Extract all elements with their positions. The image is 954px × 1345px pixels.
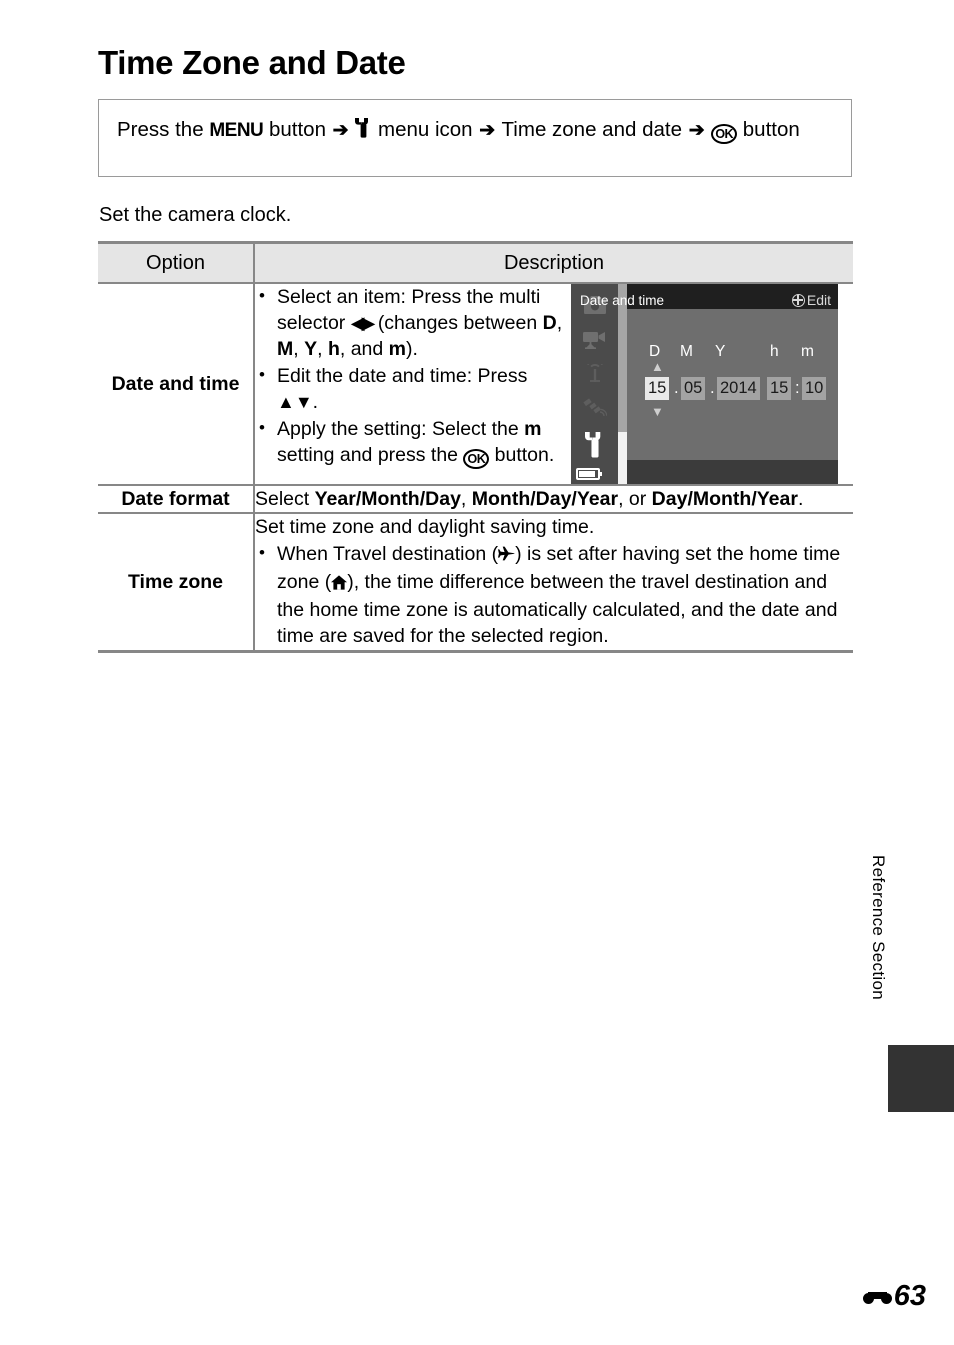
table-row-time-zone: Time zone Set time zone and daylight sav… <box>98 513 853 653</box>
key-m: M <box>277 338 294 360</box>
setup-wrench-icon <box>571 432 618 463</box>
table-row-date-format: Date format Select Year/Month/Day, Month… <box>98 485 853 514</box>
reference-section-symbol-icon <box>862 1288 892 1306</box>
menu-button-label: MENU <box>209 120 264 141</box>
page-number-value: 63 <box>893 1280 926 1312</box>
date-time-values: 15 . 05 . 2014 15 : 10 <box>643 377 833 403</box>
edit-hint: Edit <box>791 287 831 313</box>
menu-path-box: Press the MENU button ➔ menu icon ➔ Time… <box>98 99 852 177</box>
date-format-sep-2: , or <box>618 488 647 510</box>
bullet-apply-setting: Apply the setting: Select the m setting … <box>255 415 565 469</box>
date-format-option-3: Day/Month/Year <box>651 488 798 510</box>
bullet-text-3c: button. <box>494 444 555 466</box>
description-text-column: Select an item: Press the multi selector… <box>255 283 565 470</box>
key-min: m <box>388 338 407 360</box>
description-date-format: Select Year/Month/Day, Month/Day/Year, o… <box>254 485 853 514</box>
time-separator: : <box>795 379 800 397</box>
menu-icon-label: menu icon <box>378 118 473 141</box>
key-h: h <box>327 338 340 360</box>
value-year[interactable]: 2014 <box>717 377 760 400</box>
bullet-text-1c: ). <box>406 338 418 360</box>
decrement-arrow-icon[interactable]: ▼ <box>651 405 664 418</box>
value-month[interactable]: 05 <box>681 377 706 400</box>
gps-icon <box>571 398 618 423</box>
bullet-edit-date: Edit the date and time: Press ▲▼. <box>255 362 565 415</box>
key-minute-bold: m <box>524 418 542 440</box>
multi-selector-up-down-icon: ▲▼ <box>277 392 313 412</box>
date-format-lead: Select <box>255 488 310 510</box>
option-label-date-format: Date format <box>98 485 255 514</box>
key-d: D <box>542 312 557 334</box>
bullet-text-3a: Apply the setting: Select the <box>277 418 519 440</box>
arrow-right-icon-3: ➔ <box>688 120 705 141</box>
movie-icon <box>571 330 618 354</box>
intro-text: Set the camera clock. <box>99 204 292 226</box>
document-page: Time Zone and Date Press the MENU button… <box>0 0 954 1345</box>
column-header-option: Option <box>98 241 255 284</box>
date-format-option-2: Month/Day/Year <box>471 488 619 510</box>
increment-arrow-icon[interactable]: ▲ <box>651 360 664 373</box>
section-label-vertical: Reference Section <box>869 855 888 1000</box>
date-format-option-1: Year/Month/Day <box>314 488 461 510</box>
arrow-right-icon-2: ➔ <box>479 120 496 141</box>
multi-selector-left-right-icon: ◀▶ <box>350 313 376 333</box>
path-prefix: Press the <box>117 118 204 141</box>
option-label-time-zone: Time zone <box>98 513 255 653</box>
table-header-row: Option Description <box>98 241 853 284</box>
camera-screen-title: Date and time <box>580 293 665 308</box>
path-suffix: button <box>742 118 800 141</box>
bullet-text-2b: . <box>312 391 319 413</box>
time-zone-text-c: ), the time difference between the trave… <box>277 571 838 647</box>
value-minute[interactable]: 10 <box>802 377 827 400</box>
camera-screen-footer-bar <box>627 460 838 484</box>
edit-label: Edit <box>806 292 831 308</box>
field-label-month: M <box>680 343 693 360</box>
ok-button-icon: OK <box>711 124 738 144</box>
page-number: 63 <box>862 1280 926 1313</box>
time-zone-lead: Set time zone and daylight saving time. <box>255 516 595 538</box>
page-title: Time Zone and Date <box>98 44 406 81</box>
column-header-description: Description <box>254 241 853 284</box>
house-icon <box>331 571 348 597</box>
field-label-hour: h <box>770 343 779 360</box>
value-hour[interactable]: 15 <box>767 377 792 400</box>
globe-icon <box>791 293 805 307</box>
field-label-year: Y <box>715 343 726 360</box>
date-format-end: . <box>797 488 804 510</box>
wifi-icon <box>571 360 618 388</box>
time-zone-text-a: When Travel destination ( <box>277 543 499 565</box>
key-y: Y <box>304 338 318 360</box>
description-time-zone: Set time zone and daylight saving time. … <box>254 513 853 653</box>
wrench-icon <box>355 116 372 147</box>
bullet-text-1b: (changes between <box>377 312 538 334</box>
date-time-field-labels: D M Y h m <box>643 339 833 360</box>
sidebar-strip-selected <box>618 432 627 484</box>
bullet-text-3b: setting and press the <box>277 444 459 466</box>
options-table: Option Description Date and time Select … <box>98 241 853 653</box>
date-time-fields: D M Y h m ▲ 15 . 05 . 2014 15: 10 ▼ <box>643 339 833 418</box>
bullet-travel-destination: When Travel destination ( ) is set after… <box>255 540 853 649</box>
arrow-right-icon-1: ➔ <box>332 120 349 141</box>
table-row-date-and-time: Date and time Select an item: Press the … <box>98 283 853 486</box>
camera-screen-illustration: Date and time D M Y h m ▲ 15 . 05 . 2014… <box>571 284 838 484</box>
field-label-minute: m <box>801 343 814 360</box>
bullet-list: Select an item: Press the multi selector… <box>255 283 565 469</box>
option-label-date-and-time: Date and time <box>98 283 255 486</box>
section-tab-marker <box>888 1045 954 1112</box>
date-separator-1: . <box>674 379 679 397</box>
date-format-sep-1: , <box>460 488 467 510</box>
battery-icon <box>576 468 602 480</box>
date-separator-2: . <box>710 379 715 397</box>
menu-item-name: Time zone and date <box>501 118 682 141</box>
time-zone-bullet-list: When Travel destination ( ) is set after… <box>255 540 853 649</box>
bullet-select-item: Select an item: Press the multi selector… <box>255 283 565 362</box>
airplane-icon <box>498 543 515 569</box>
path-after-menu: button <box>268 118 326 141</box>
bullet-text-2a: Edit the date and time: Press <box>277 365 528 387</box>
ok-button-icon-inline: OK <box>463 449 490 469</box>
description-date-and-time: Select an item: Press the multi selector… <box>254 283 853 486</box>
value-day[interactable]: 15 <box>645 377 670 400</box>
